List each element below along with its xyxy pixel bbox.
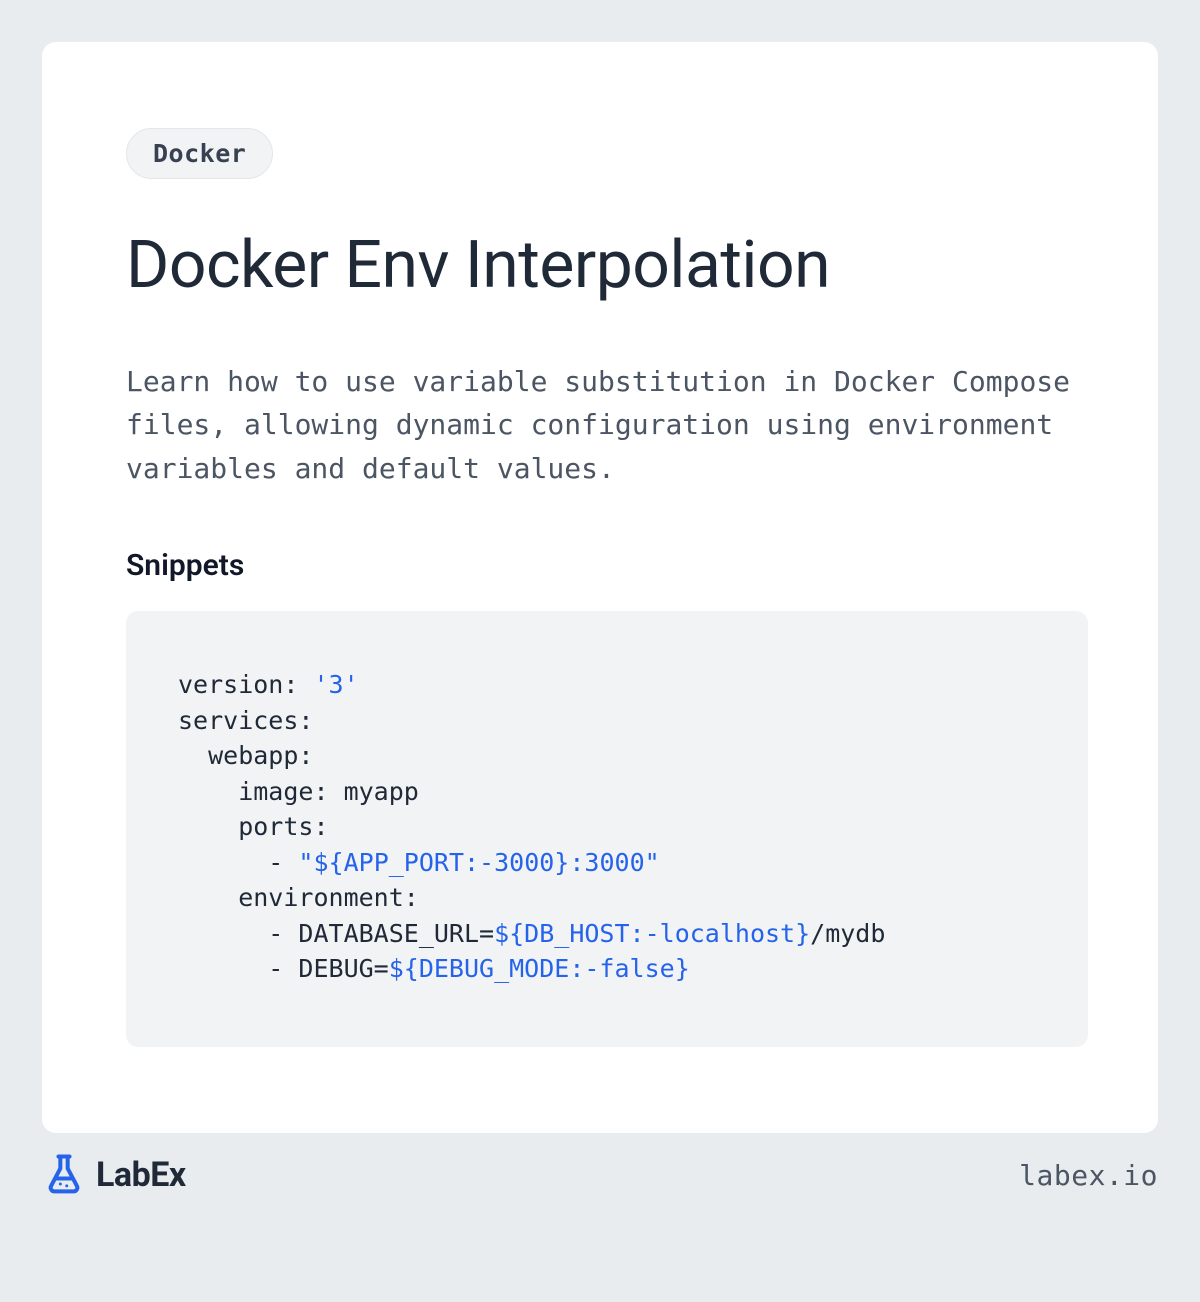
snippets-heading: Snippets (126, 548, 1088, 583)
code-text: - DEBUG= (178, 954, 389, 983)
code-variable: ${DEBUG_MODE:-false} (389, 954, 690, 983)
code-text: ports: (178, 812, 329, 841)
code-string: :3000" (569, 848, 659, 877)
code-text: services: (178, 706, 313, 735)
page-description: Learn how to use variable substitution i… (126, 360, 1086, 490)
code-string: " (298, 848, 313, 877)
code-snippet: version: '3' services: webapp: image: my… (126, 611, 1088, 1047)
code-variable: ${DB_HOST:-localhost} (494, 919, 810, 948)
flask-icon (42, 1151, 86, 1199)
page-title: Docker Env Interpolation (126, 227, 1088, 304)
content-card: Docker Docker Env Interpolation Learn ho… (42, 42, 1158, 1133)
category-tag: Docker (126, 128, 273, 179)
footer: LabEx labex.io (42, 1148, 1158, 1202)
code-text: - DATABASE_URL= (178, 919, 494, 948)
code-text: environment: (178, 883, 419, 912)
code-text: image: myapp (178, 777, 419, 806)
site-url: labex.io (1019, 1159, 1158, 1192)
code-text: /mydb (810, 919, 885, 948)
code-text: - (178, 848, 298, 877)
code-string: '3' (313, 670, 358, 699)
brand-name: LabEx (96, 1155, 186, 1195)
code-text: version: (178, 670, 313, 699)
brand-logo: LabEx (42, 1151, 186, 1199)
code-text: webapp: (178, 741, 313, 770)
code-variable: ${APP_PORT:-3000} (313, 848, 569, 877)
